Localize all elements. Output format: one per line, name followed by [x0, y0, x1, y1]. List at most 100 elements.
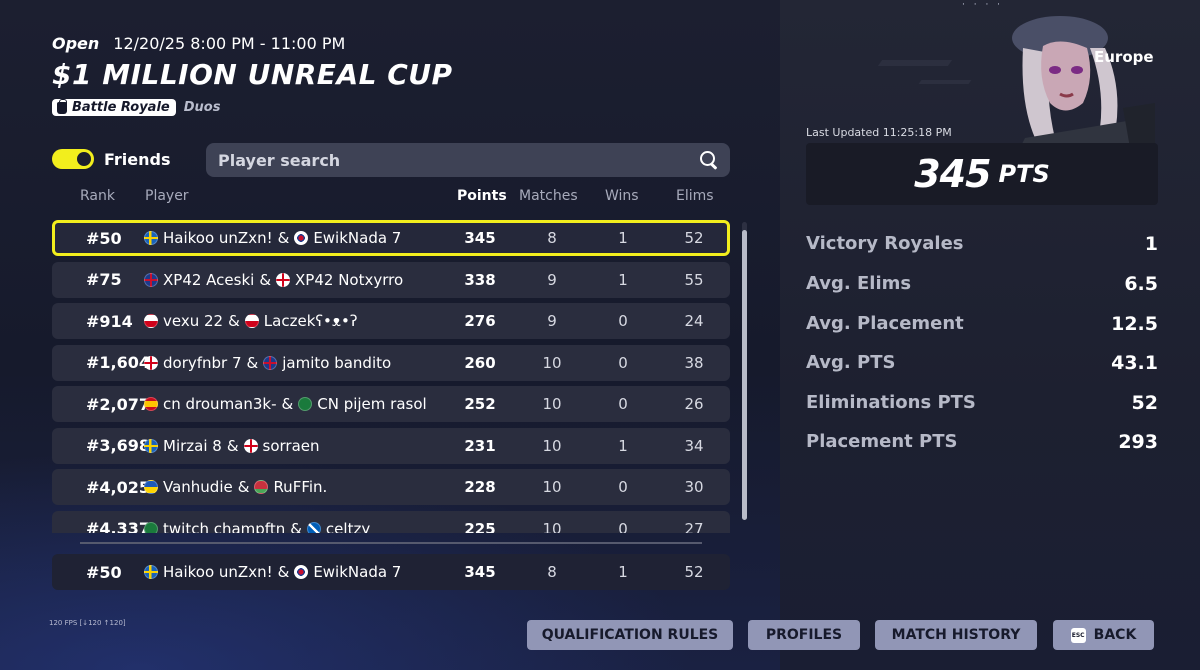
mode-tag: Battle Royale — [52, 98, 176, 116]
divider — [80, 542, 702, 544]
leaderboard-row[interactable]: #4,025 Vanhudie & RuFFin. 228 10 0 30 — [52, 469, 730, 505]
elims: 30 — [684, 478, 704, 496]
leaderboard-row[interactable]: #75 XP42 Aceski & XP42 Notxyrro 338 9 1 55 — [52, 261, 730, 298]
friends-filter[interactable]: Friends — [52, 149, 171, 169]
fps-counter: 120 FPS [↓120 ↑120] — [49, 619, 126, 627]
leaderboard-row[interactable]: #50 Haikoo unZxn! & EwikNada 7 345 8 1 52 — [52, 220, 730, 256]
leaderboard-row[interactable]: #914 vexu 22 & Laczekʕ•ᴥ•ʔ 276 9 0 24 — [52, 303, 730, 339]
flag-icon — [306, 521, 321, 533]
character-portrait — [1012, 16, 1155, 148]
column-header-matches: Matches — [519, 188, 578, 204]
elims: 38 — [684, 353, 704, 372]
match-history-label: MATCH HISTORY — [891, 627, 1021, 643]
stat-elimination-pts: Eliminations PTS 52 — [806, 392, 1158, 414]
search-icon[interactable] — [700, 151, 718, 169]
player-1-name: cn drouman3k- — [163, 395, 277, 413]
friends-toggle[interactable] — [52, 149, 94, 169]
stat-label: Placement PTS — [806, 431, 958, 452]
points: 345 — [464, 229, 496, 247]
esc-key-icon: ESC — [1070, 627, 1086, 643]
player-2-name: CN pijem rasol — [317, 395, 427, 413]
column-header-wins: Wins — [605, 188, 639, 204]
stat-value: 1 — [1144, 233, 1158, 255]
search-placeholder: Player search — [218, 150, 341, 170]
event-datetime: 12/20/25 8:00 PM - 11:00 PM — [113, 34, 346, 53]
background-streak — [918, 80, 972, 84]
player-2-name: RuFFin. — [273, 478, 328, 496]
player-1-name: vexu 22 — [163, 312, 224, 330]
player-2-name: EwikNada 7 — [313, 229, 402, 247]
stat-value: 12.5 — [1111, 313, 1158, 335]
stat-placement-pts: Placement PTS 293 — [806, 431, 1158, 453]
leaderboard-row[interactable]: #4,337 twitch champftn & celtzy 225 10 0 27 — [52, 510, 730, 534]
rank: #50 — [86, 562, 122, 582]
event-header-line: Open 12/20/25 8:00 PM - 11:00 PM — [52, 34, 345, 53]
team-size-label: Duos — [183, 100, 221, 115]
player-1-name: twitch champftn — [163, 519, 286, 534]
flag-icon — [144, 272, 158, 287]
player-1-name: doryfnbr 7 — [163, 353, 242, 372]
flag-icon — [144, 231, 158, 245]
back-button[interactable]: ESC BACK — [1053, 620, 1154, 650]
ampersand: & — [277, 229, 290, 247]
flag-icon — [243, 438, 258, 453]
total-points-box: 345 PTS — [806, 143, 1158, 205]
wins: 0 — [618, 519, 628, 534]
team-players: Mirzai 8 & sorraen — [144, 428, 320, 464]
ampersand: & — [290, 519, 302, 534]
matches: 10 — [542, 478, 562, 496]
stat-avg-elims: Avg. Elims 6.5 — [806, 273, 1158, 295]
region-label: Europe — [1094, 48, 1154, 66]
back-label: BACK — [1093, 627, 1137, 643]
flag-icon — [144, 355, 158, 370]
flag-icon — [244, 314, 259, 328]
event-title: $1 MILLION UNREAL CUP — [52, 58, 453, 91]
ampersand: & — [226, 436, 239, 455]
points: 228 — [464, 478, 496, 496]
team-players: Haikoo unZxn! & EwikNada 7 — [144, 223, 401, 253]
profiles-button[interactable]: PROFILES — [748, 620, 860, 650]
team-players: vexu 22 & Laczekʕ•ᴥ•ʔ — [144, 303, 358, 339]
elims: 26 — [684, 395, 704, 413]
wins: 0 — [618, 312, 628, 330]
points: 260 — [464, 353, 496, 372]
flag-icon — [144, 521, 158, 533]
rank: #4,337 — [86, 519, 151, 533]
wins: 0 — [618, 353, 628, 372]
ampersand: & — [259, 270, 272, 289]
flag-icon — [276, 272, 291, 287]
total-points-unit: PTS — [998, 160, 1050, 188]
scrollbar-thumb[interactable] — [742, 230, 747, 520]
my-team-row[interactable]: #50 Haikoo unZxn! & EwikNada 7 345 8 1 5… — [52, 554, 730, 590]
wins: 1 — [618, 270, 628, 289]
leaderboard-row[interactable]: #3,698 Mirzai 8 & sorraen 231 10 1 34 — [52, 427, 730, 464]
profiles-label: PROFILES — [765, 627, 843, 643]
player-search-input[interactable]: Player search — [206, 143, 730, 177]
qualification-rules-button[interactable]: QUALIFICATION RULES — [527, 620, 733, 650]
match-history-button[interactable]: MATCH HISTORY — [875, 620, 1037, 650]
event-tags: Battle Royale Duos — [52, 98, 221, 116]
leaderboard-list[interactable]: #50 Haikoo unZxn! & EwikNada 7 345 8 1 52 #75 XP4… — [52, 220, 732, 533]
matches: 10 — [542, 519, 562, 534]
column-header-player: Player — [145, 188, 189, 204]
player-1-name: XP42 Aceski — [163, 270, 255, 289]
total-points-value: 345 — [914, 152, 991, 196]
points: 338 — [464, 270, 496, 289]
matches: 9 — [547, 270, 557, 289]
player-1-name: Haikoo unZxn! — [163, 229, 273, 247]
leaderboard-scrollbar[interactable] — [742, 222, 747, 520]
elims: 52 — [684, 563, 704, 581]
team-players: cn drouman3k- & CN pijem rasol — [144, 386, 427, 422]
flag-icon — [263, 355, 278, 370]
leaderboard-row[interactable]: #1,604 doryfnbr 7 & jamito bandito 260 10 0 38 — [52, 344, 730, 381]
wins: 0 — [618, 478, 628, 496]
player-1-name: Mirzai 8 — [163, 436, 222, 455]
qualification-rules-label: QUALIFICATION RULES — [541, 627, 719, 643]
rank: #75 — [86, 270, 122, 289]
rank: #1,604 — [86, 353, 151, 372]
leaderboard-row[interactable]: #2,077 cn drouman3k- & CN pijem rasol 252 10 0… — [52, 386, 730, 422]
points: 276 — [464, 312, 496, 330]
elims: 34 — [684, 436, 704, 455]
team-players: twitch champftn & celtzy — [144, 511, 370, 534]
stat-label: Avg. Elims — [806, 273, 912, 294]
